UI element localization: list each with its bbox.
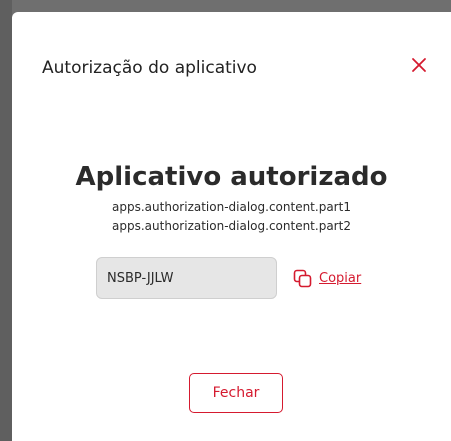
dialog-content: Aplicativo autorizado apps.authorization…: [12, 162, 451, 236]
dialog-title: Autorização do aplicativo: [42, 58, 257, 78]
copy-label: Copiar: [319, 270, 362, 286]
authorization-dialog: Autorização do aplicativo Aplicativo aut…: [12, 12, 451, 441]
content-heading: Aplicativo autorizado: [75, 162, 388, 192]
copy-icon: [293, 269, 312, 288]
code-row: Copiar: [96, 257, 396, 301]
close-button[interactable]: [406, 52, 432, 78]
authorization-code-field[interactable]: [96, 257, 277, 299]
dialog-header: Autorização do aplicativo: [42, 58, 426, 86]
copy-button[interactable]: Copiar: [293, 266, 361, 290]
content-line-1: apps.authorization-dialog.content.part1: [112, 200, 351, 214]
backdrop-edge: [0, 0, 12, 441]
close-icon: [411, 57, 427, 73]
close-dialog-button[interactable]: Fechar: [189, 373, 283, 413]
content-line-2: apps.authorization-dialog.content.part2: [112, 219, 351, 233]
